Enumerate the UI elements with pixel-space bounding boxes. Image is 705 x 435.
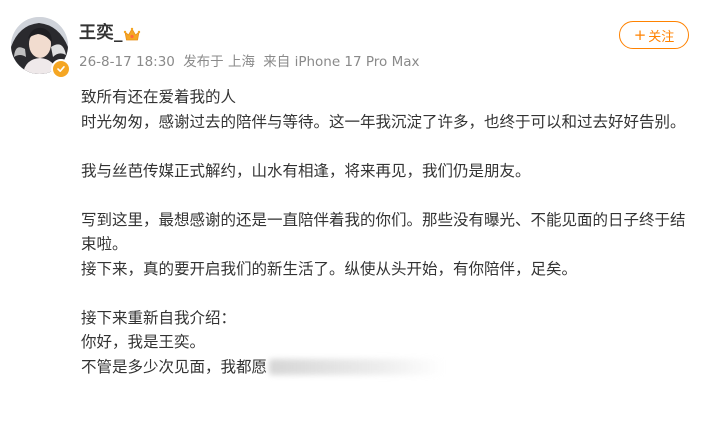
post-paragraph: 我与丝芭传媒正式解约，山水有相逢，将来再见，我们仍是朋友。 — [81, 161, 531, 180]
author-name[interactable]: 王奕_ — [79, 22, 123, 44]
follow-button[interactable]: + 关注 — [619, 21, 689, 49]
post-paragraph: 你好，我是王奕。 — [81, 333, 206, 351]
post-paragraph-truncated: 不管是多少次见面，我都愿 — [81, 355, 696, 380]
post-text: 致所有还在爱着我的人 时光匆匆，感谢过去的陪伴与等待。这一年我沉淀了许多，也终于… — [81, 85, 696, 379]
post-paragraph: 时光匆匆，感谢过去的陪伴与等待。这一年我沉淀了许多，也终于可以和过去好好告别。 — [81, 112, 686, 131]
plus-icon: + — [633, 25, 647, 44]
post-device: 来自 iPhone 17 Pro Max — [263, 54, 420, 70]
blurred-text-overlay — [269, 359, 445, 375]
follow-label: 关注 — [648, 29, 675, 45]
verified-badge-icon — [51, 59, 71, 79]
weibo-post-card: 王奕_ 26-8-17 18:30 发布于 上海 来自 iPhone 17 Pr… — [0, 0, 705, 435]
post-paragraph: 致所有还在爱着我的人 — [81, 88, 237, 106]
post-paragraph: 接下来，真的要开启我们的新生活了。纵使从头开始，有你陪伴，足矣。 — [81, 259, 578, 278]
crown-badge-icon[interactable] — [123, 26, 141, 43]
post-paragraph: 接下来重新自我介绍： — [81, 308, 237, 327]
post-date[interactable]: 26-8-17 18:30 — [79, 54, 175, 70]
post-meta: 26-8-17 18:30 发布于 上海 来自 iPhone 17 Pro Ma… — [79, 53, 424, 71]
post-paragraph: 写到这里，最想感谢的还是一直陪伴着我的你们。那些没有曝光、不能见面的日子终于结束… — [81, 210, 686, 254]
post-location: 发布于 上海 — [183, 54, 255, 70]
post-last-line-text: 不管是多少次见面，我都愿 — [81, 357, 268, 376]
